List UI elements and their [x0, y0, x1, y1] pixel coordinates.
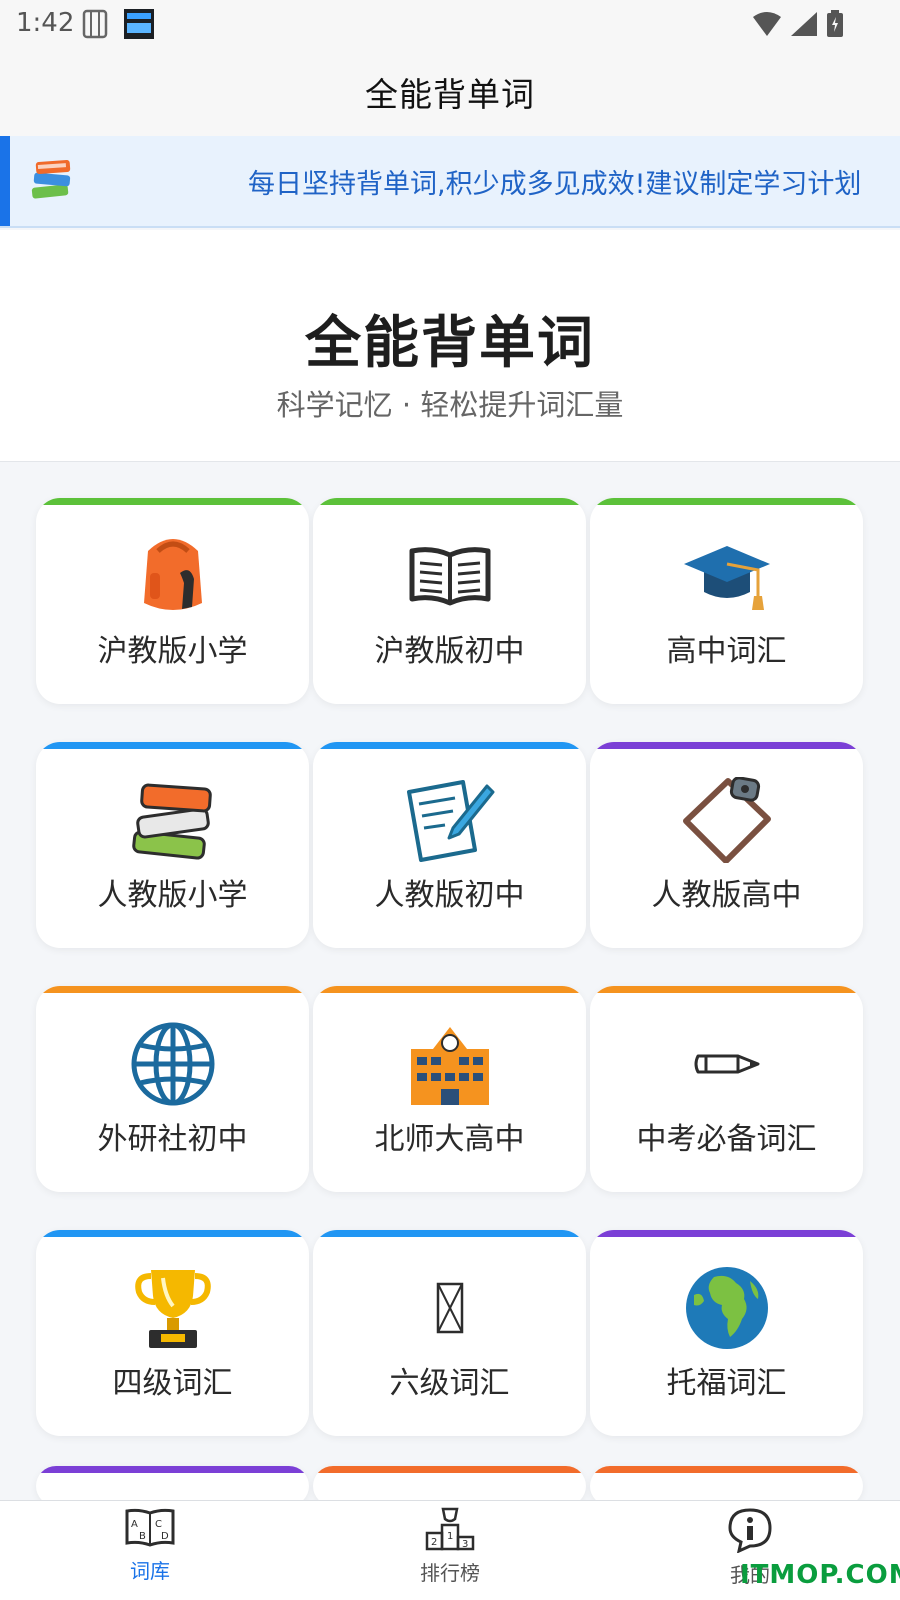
- trophy-icon: [36, 1260, 309, 1356]
- card-accent-bar: [313, 498, 586, 505]
- school-icon: [313, 1016, 586, 1112]
- dictionary-icon: A B C D: [125, 1508, 175, 1553]
- earth-icon: [590, 1260, 863, 1356]
- card-accent-bar: [36, 498, 309, 505]
- sim-card-icon: [82, 9, 108, 43]
- hero-section: 全能背单词 科学记忆 · 轻松提升词汇量: [0, 230, 900, 462]
- wifi-icon: [752, 11, 782, 41]
- notice-text: 每日坚持背单词,积少成多见成效!建议制定学习计划: [248, 169, 862, 200]
- open-book-icon: [313, 528, 586, 624]
- card-accent-bar: [36, 1230, 309, 1237]
- category-label: 外研社初中: [97, 1122, 248, 1157]
- svg-text:A: A: [131, 1519, 138, 1530]
- category-card-high-school[interactable]: 高中词汇: [590, 498, 863, 704]
- globe-icon: [36, 1016, 309, 1112]
- card-accent-bar: [313, 1230, 586, 1237]
- category-card-hujiao-primary[interactable]: 沪教版小学: [36, 498, 309, 704]
- pencil-icon: [590, 1016, 863, 1112]
- card-accent-bar: [36, 742, 309, 749]
- category-label: 北师大高中: [374, 1122, 525, 1157]
- card-accent-bar: [36, 1466, 309, 1473]
- podium-icon: 2 1 3: [425, 1507, 475, 1555]
- category-card-cet6[interactable]: 六级词汇: [313, 1230, 586, 1436]
- card-accent-bar: [36, 986, 309, 993]
- card-accent-bar: [590, 1230, 863, 1237]
- category-label: 沪教版初中: [374, 634, 525, 669]
- status-time: 1:42: [16, 8, 75, 38]
- nav-tab-wordbank[interactable]: A B C D 词库: [60, 1507, 240, 1584]
- category-card-renjiao-primary[interactable]: 人教版小学: [36, 742, 309, 948]
- clock-app-icon: [124, 9, 154, 43]
- category-card-renjiao-senior[interactable]: 人教版高中: [590, 742, 863, 948]
- category-card-fltrp-junior[interactable]: 外研社初中: [36, 986, 309, 1192]
- svg-text:C: C: [155, 1519, 162, 1530]
- hero-title: 全能背单词: [305, 311, 595, 376]
- backpack-icon: [36, 528, 309, 624]
- card-accent-bar: [313, 742, 586, 749]
- category-label: 人教版高中: [651, 878, 802, 913]
- nav-label: 词库: [130, 1559, 170, 1583]
- category-card-bnu-senior[interactable]: 北师大高中: [313, 986, 586, 1192]
- category-label: 人教版初中: [374, 878, 525, 913]
- app-title: 全能背单词: [365, 75, 535, 114]
- card-accent-bar: [313, 986, 586, 993]
- clipboard-icon: [590, 772, 863, 868]
- category-card-renjiao-junior[interactable]: 人教版初中: [313, 742, 586, 948]
- category-label: 沪教版小学: [97, 634, 248, 669]
- svg-text:D: D: [161, 1531, 169, 1542]
- category-label: 中考必备词汇: [636, 1122, 817, 1157]
- svg-text:B: B: [139, 1531, 146, 1542]
- card-accent-bar: [590, 742, 863, 749]
- category-label: 人教版小学: [97, 878, 248, 913]
- watermark: ITMOP.COM: [740, 1560, 900, 1590]
- svg-text:2: 2: [431, 1537, 437, 1548]
- status-bar: 1:42: [0, 0, 900, 48]
- signal-icon: [790, 11, 818, 41]
- svg-text:1: 1: [447, 1531, 453, 1542]
- card-accent-bar: [590, 1466, 863, 1473]
- category-card-zhongkao[interactable]: 中考必备词汇: [590, 986, 863, 1192]
- graduation-cap-icon: [590, 528, 863, 624]
- books-icon: [28, 158, 76, 208]
- card-accent-bar: [590, 498, 863, 505]
- notice-accent-bar: [0, 136, 10, 226]
- nav-tab-leaderboard[interactable]: 2 1 3 排行榜: [360, 1507, 540, 1586]
- category-card-toefl[interactable]: 托福词汇: [590, 1230, 863, 1436]
- card-accent-bar: [313, 1466, 586, 1473]
- app-bar: 全能背单词: [0, 48, 900, 136]
- svg-text:3: 3: [462, 1539, 468, 1550]
- books-stack-icon: [36, 772, 309, 868]
- category-label: 四级词汇: [112, 1366, 233, 1401]
- missing-glyph-icon: [313, 1260, 586, 1356]
- memo-icon: [313, 772, 586, 868]
- notice-banner[interactable]: 每日坚持背单词,积少成多见成效!建议制定学习计划: [0, 136, 900, 228]
- card-accent-bar: [590, 986, 863, 993]
- info-icon: [727, 1508, 773, 1557]
- nav-label: 排行榜: [420, 1561, 480, 1585]
- category-label: 托福词汇: [666, 1366, 787, 1401]
- category-card-cet4[interactable]: 四级词汇: [36, 1230, 309, 1436]
- battery-icon: [826, 10, 844, 42]
- category-label: 高中词汇: [666, 634, 787, 669]
- hero-subtitle: 科学记忆 · 轻松提升词汇量: [276, 388, 624, 422]
- category-card-hujiao-junior[interactable]: 沪教版初中: [313, 498, 586, 704]
- category-label: 六级词汇: [389, 1366, 510, 1401]
